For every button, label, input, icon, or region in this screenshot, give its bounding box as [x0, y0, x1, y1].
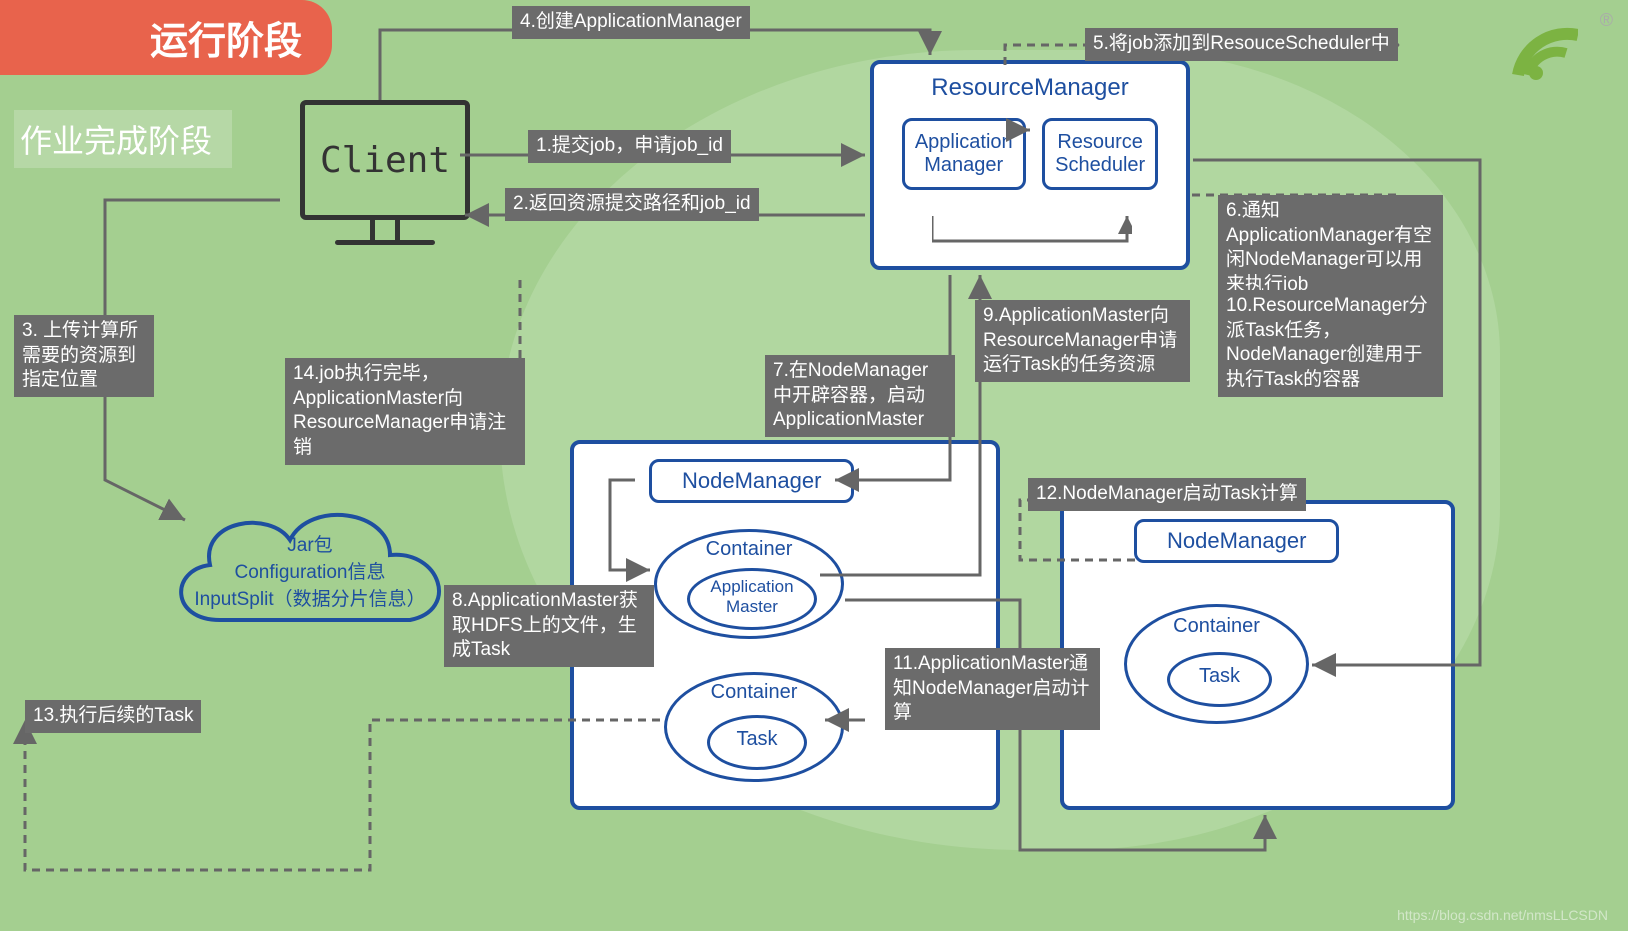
nm1-container-2: Container Task [664, 672, 844, 782]
step-8: 8.ApplicationMaster获取HDFS上的文件，生成Task [444, 585, 654, 667]
resource-manager-box: ResourceManager Application Manager Reso… [870, 60, 1190, 270]
nm2-container-1: Container Task [1124, 604, 1309, 724]
hdfs-cloud: Jar包 Configuration信息 InputSplit（数据分片信息） [160, 480, 460, 660]
registered-mark: ® [1600, 10, 1613, 31]
nm2-c1-label: Container [1127, 615, 1306, 638]
step-11: 11.ApplicationMaster通知NodeManager启动计算 [885, 648, 1100, 730]
client-node: Client [275, 100, 495, 270]
phase-done-badge: 作业完成阶段 [14, 110, 232, 168]
cloud-l2: Configuration信息 [194, 557, 425, 584]
cloud-l1: Jar包 [194, 530, 425, 557]
step-14: 14.job执行完毕，ApplicationMaster向ResourceMan… [285, 358, 525, 465]
step-9: 9.ApplicationMaster向ResourceManager申请运行T… [975, 300, 1190, 382]
step-2: 2.返回资源提交路径和job_id [505, 188, 759, 221]
nm1-c1-label: Container [657, 538, 841, 561]
nm2-task: Task [1167, 652, 1272, 707]
resource-scheduler-box: Resource Scheduler [1042, 118, 1158, 190]
nm1-c2-label: Container [667, 681, 841, 704]
rm-internal-arrow [932, 216, 1132, 256]
step-5: 5.将job添加到ResouceScheduler中 [1085, 28, 1398, 61]
step-3: 3. 上传计算所需要的资源到指定位置 [14, 315, 154, 397]
step-12: 12.NodeManager启动Task计算 [1028, 478, 1306, 511]
nm1-container-1: Container Application Master [654, 529, 844, 639]
watermark: https://blog.csdn.net/nmsLLCSDN [1397, 907, 1608, 923]
step-10: 10.ResourceManager分派Task任务，NodeManager创建… [1218, 290, 1443, 397]
nm1-task: Task [707, 715, 807, 770]
step-13: 13.执行后续的Task [25, 700, 201, 733]
nm1-title: NodeManager [649, 459, 854, 503]
logo-icon [1418, 5, 1578, 85]
step-4: 4.创建ApplicationManager [512, 6, 750, 39]
step-7: 7.在NodeManager中开辟容器，启动ApplicationMaster [765, 355, 955, 437]
phase-run-badge: 运行阶段 [0, 0, 332, 75]
app-manager-box: Application Manager [902, 118, 1026, 190]
step-1: 1.提交job，申请job_id [528, 130, 731, 163]
nm2-title: NodeManager [1134, 519, 1339, 563]
step-6: 6.通知ApplicationManager有空闲NodeManager可以用来… [1218, 195, 1443, 302]
node-manager-2: NodeManager Container Task [1060, 500, 1455, 810]
nm1-appmaster: Application Master [687, 568, 817, 630]
cloud-l3: InputSplit（数据分片信息） [194, 584, 425, 611]
rm-title: ResourceManager [874, 74, 1186, 102]
client-label: Client [320, 140, 450, 181]
